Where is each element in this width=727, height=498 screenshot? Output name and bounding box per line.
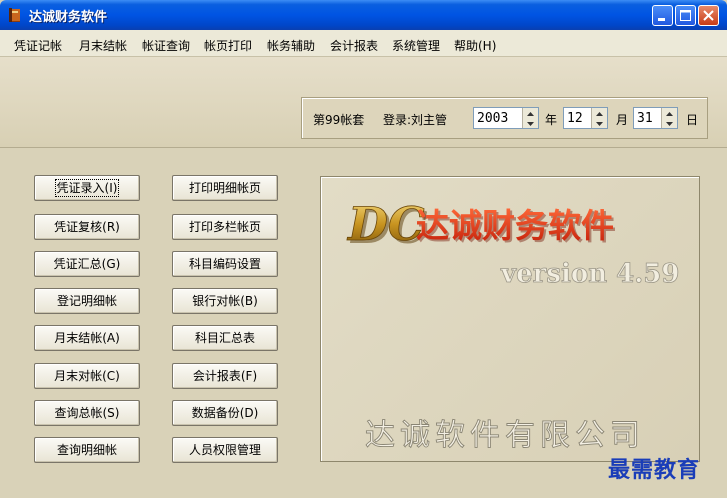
voucher-entry-button[interactable]: 凭证录入(I) bbox=[34, 175, 140, 201]
voucher-entry-label: 凭证录入(I) bbox=[54, 179, 120, 197]
day-spinner[interactable]: 31 bbox=[633, 107, 678, 129]
logo-dc: DC bbox=[346, 197, 425, 251]
menu-ledger-print[interactable]: 帐页打印 bbox=[204, 37, 252, 54]
menu-month-end-closing[interactable]: 月末结帐 bbox=[79, 37, 127, 54]
window-title: 达诚财务软件 bbox=[29, 10, 108, 25]
bank-reconcile-label: 银行对帐(B) bbox=[192, 294, 258, 308]
voucher-review-button[interactable]: 凭证复核(R) bbox=[34, 214, 140, 240]
user-permission-button[interactable]: 人员权限管理 bbox=[172, 437, 278, 463]
menu-bar: 凭证记帐 月末结帐 帐证查询 帐页打印 帐务辅助 会计报表 系统管理 帮助(H) bbox=[0, 30, 727, 57]
version-label: version 4.59 bbox=[500, 259, 679, 289]
query-general-ledger-button[interactable]: 查询总帐(S) bbox=[34, 400, 140, 426]
year-spinner-arrows bbox=[522, 108, 538, 128]
month-spinner-arrows bbox=[591, 108, 607, 128]
book-icon bbox=[9, 8, 20, 22]
month-spinner[interactable]: 12 bbox=[563, 107, 608, 129]
year-spinner[interactable]: 2003 bbox=[473, 107, 539, 129]
accounting-report-label: 会计报表(F) bbox=[192, 369, 258, 383]
spin-up-icon[interactable] bbox=[523, 108, 538, 118]
spin-down-icon[interactable] bbox=[592, 118, 607, 128]
month-end-reconcile-button[interactable]: 月末对帐(C) bbox=[34, 363, 140, 389]
print-multicolumn-label: 打印多栏帐页 bbox=[188, 220, 261, 234]
query-detail-ledger-button[interactable]: 查询明细帐 bbox=[34, 437, 140, 463]
company-name: 达诚软件有限公司 bbox=[365, 418, 645, 453]
account-code-setup-label: 科目编码设置 bbox=[188, 257, 261, 271]
book-label: 第99帐套 bbox=[313, 113, 365, 127]
voucher-summary-button[interactable]: 凭证汇总(G) bbox=[34, 251, 140, 277]
year-unit: 年 bbox=[545, 113, 558, 127]
spin-up-icon[interactable] bbox=[662, 108, 677, 118]
print-detail-ledger-button[interactable]: 打印明细帐页 bbox=[172, 175, 278, 201]
menu-system[interactable]: 系统管理 bbox=[392, 37, 440, 54]
account-code-setup-button[interactable]: 科目编码设置 bbox=[172, 251, 278, 277]
main-window: 达诚财务软件 凭证记帐 月末结帐 帐证查询 帐页打印 帐务辅助 会计报表 系统管… bbox=[0, 0, 727, 498]
spin-down-icon[interactable] bbox=[662, 118, 677, 128]
query-detail-ledger-label: 查询明细帐 bbox=[56, 443, 117, 457]
maximize-button[interactable] bbox=[675, 5, 696, 26]
account-summary-label: 科目汇总表 bbox=[194, 331, 255, 345]
month-unit: 月 bbox=[616, 113, 629, 127]
month-end-close-button[interactable]: 月末结帐(A) bbox=[34, 325, 140, 351]
bank-reconcile-button[interactable]: 银行对帐(B) bbox=[172, 288, 278, 314]
month-value: 12 bbox=[567, 111, 583, 126]
accounting-report-button[interactable]: 会计报表(F) bbox=[172, 363, 278, 389]
close-icon bbox=[703, 10, 714, 21]
close-button[interactable] bbox=[698, 5, 719, 26]
watermark-text: 最需教育 bbox=[608, 457, 701, 483]
menu-help[interactable]: 帮助(H) bbox=[454, 37, 496, 54]
print-detail-ledger-label: 打印明细帐页 bbox=[188, 181, 261, 195]
minimize-icon bbox=[658, 18, 665, 21]
print-multicolumn-button[interactable]: 打印多栏帐页 bbox=[172, 214, 278, 240]
splash-panel: DC DC 达诚财务软件 达诚财务软件 version 4.59 达诚软件有限公… bbox=[320, 176, 700, 462]
data-backup-button[interactable]: 数据备份(D) bbox=[172, 400, 278, 426]
month-end-close-label: 月末结帐(A) bbox=[54, 331, 120, 345]
menu-account-query[interactable]: 帐证查询 bbox=[142, 37, 190, 54]
spin-down-icon[interactable] bbox=[523, 118, 538, 128]
day-value: 31 bbox=[637, 111, 653, 126]
user-permission-label: 人员权限管理 bbox=[188, 443, 261, 457]
splash-art: DC DC 达诚财务软件 达诚财务软件 version 4.59 达诚软件有限公… bbox=[346, 197, 680, 454]
month-end-reconcile-label: 月末对帐(C) bbox=[54, 369, 120, 383]
maximize-icon bbox=[680, 10, 691, 21]
menu-voucher-posting[interactable]: 凭证记帐 bbox=[14, 37, 62, 54]
session-panel: 第99帐套 登录:刘主管 2003 年 12 月 31 日 bbox=[301, 97, 708, 139]
login-label: 登录:刘主管 bbox=[383, 113, 448, 127]
menu-reports[interactable]: 会计报表 bbox=[330, 37, 378, 54]
post-detail-ledger-label: 登记明细帐 bbox=[56, 294, 117, 308]
menu-accounting-aux[interactable]: 帐务辅助 bbox=[267, 37, 315, 54]
voucher-review-label: 凭证复核(R) bbox=[54, 220, 120, 234]
minimize-button[interactable] bbox=[652, 5, 673, 26]
post-detail-ledger-button[interactable]: 登记明细帐 bbox=[34, 288, 140, 314]
query-general-ledger-label: 查询总帐(S) bbox=[54, 406, 120, 420]
account-summary-button[interactable]: 科目汇总表 bbox=[172, 325, 278, 351]
title-bar[interactable]: 达诚财务软件 bbox=[0, 0, 727, 30]
year-value: 2003 bbox=[477, 111, 509, 126]
day-unit: 日 bbox=[686, 113, 699, 127]
voucher-summary-label: 凭证汇总(G) bbox=[53, 257, 121, 271]
spin-up-icon[interactable] bbox=[592, 108, 607, 118]
product-name: 达诚财务软件 bbox=[416, 206, 614, 245]
data-backup-label: 数据备份(D) bbox=[191, 406, 259, 420]
day-spinner-arrows bbox=[661, 108, 677, 128]
